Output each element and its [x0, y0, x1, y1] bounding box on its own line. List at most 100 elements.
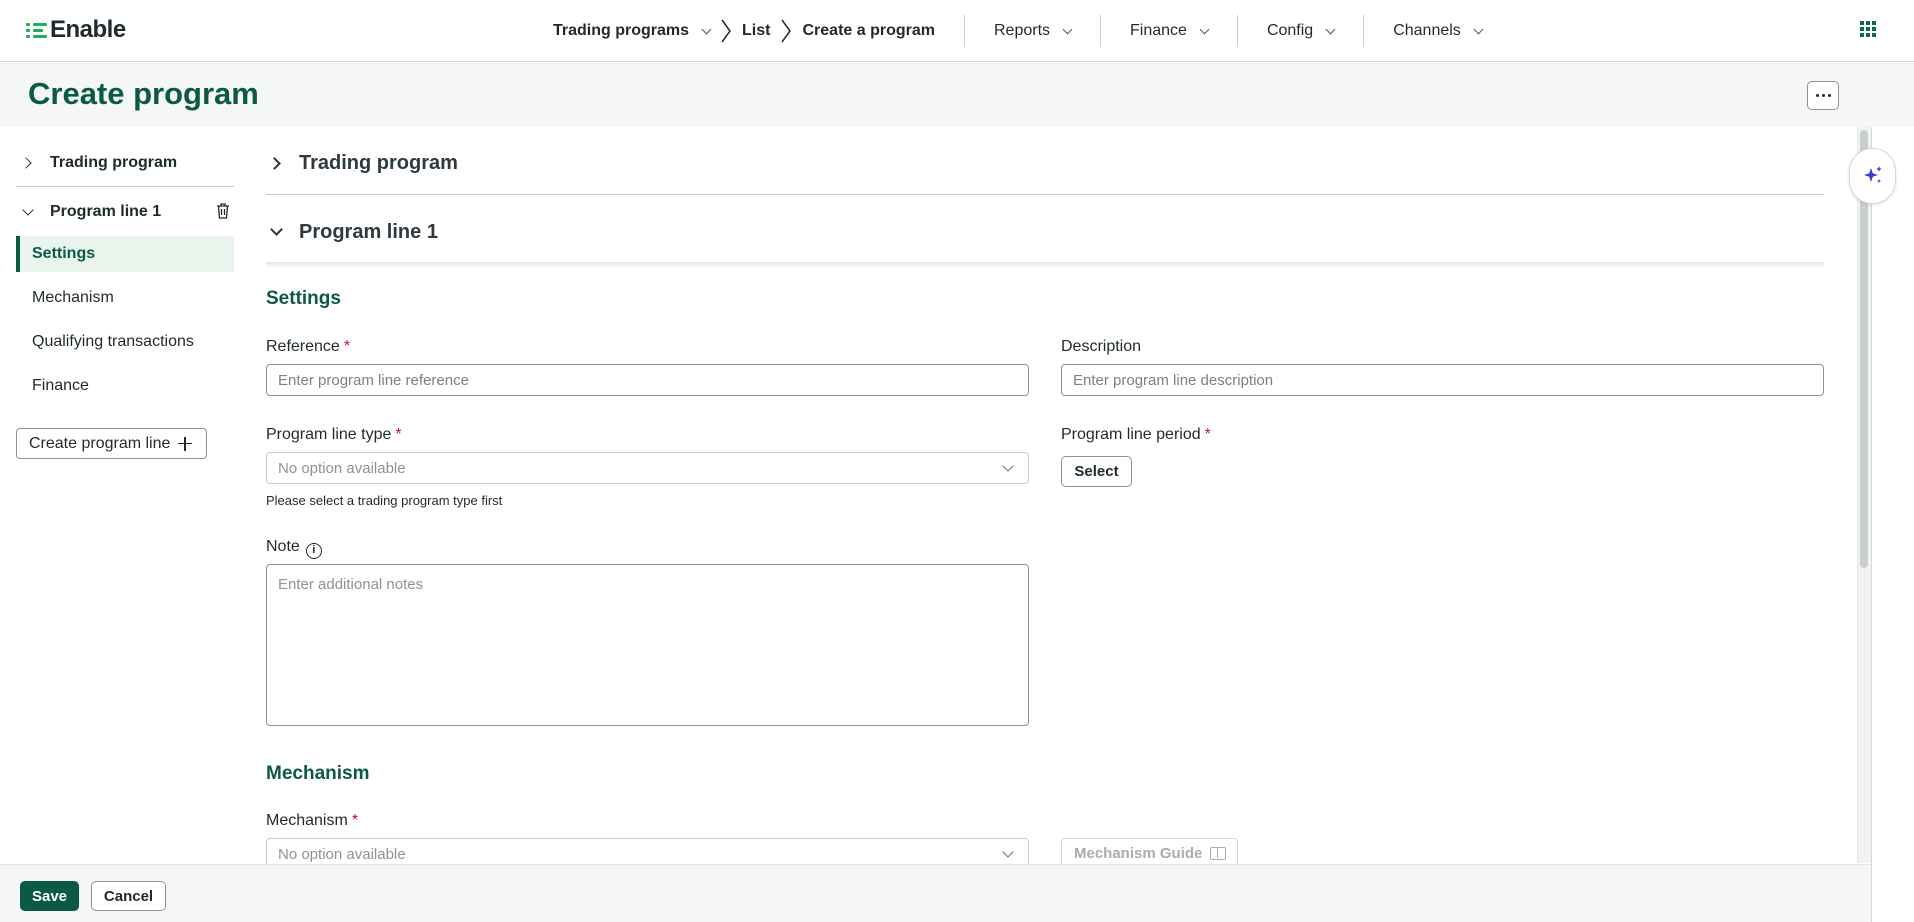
cancel-button[interactable]: Cancel [91, 881, 166, 911]
save-button[interactable]: Save [20, 881, 79, 911]
breadcrumb-separator-icon [781, 19, 792, 43]
sidebar-item-label: Mechanism [32, 289, 114, 306]
mechanism-section-title: Mechanism [266, 763, 370, 784]
nav-divider [1236, 15, 1238, 47]
breadcrumb-current: Create a program [802, 0, 935, 62]
nav-divider [1363, 15, 1365, 47]
logo-text: Enable [50, 16, 126, 43]
required-marker: * [343, 338, 351, 355]
nav-finance-label: Finance [1130, 22, 1187, 39]
program-line-period-label: Program line period * [1061, 426, 1211, 444]
page-header: Create program [0, 63, 1914, 127]
sidebar-divider [16, 186, 234, 187]
required-marker: * [395, 426, 402, 443]
program-line-type-select[interactable]: No option available [266, 452, 1029, 484]
reference-input[interactable]: Enter program line reference [266, 364, 1029, 396]
nav-channels-label: Channels [1393, 22, 1461, 39]
chevron-down-icon [1473, 24, 1484, 34]
sidebar-section-trading-program[interactable]: Trading program [16, 152, 234, 174]
accordion-program-line[interactable]: Program line 1 [266, 219, 1824, 245]
info-icon[interactable]: i [305, 543, 322, 559]
sidebar-section-label: Program line 1 [50, 203, 162, 220]
reference-label-text: Reference [266, 338, 340, 355]
nav-channels[interactable]: Channels [1393, 0, 1484, 62]
create-program-line-label: Create program line [29, 434, 171, 452]
nav-config[interactable]: Config [1266, 0, 1336, 62]
note-label-text: Note [266, 538, 300, 555]
right-rail-divider [1871, 127, 1872, 922]
sidebar-item-mechanism[interactable]: Mechanism [16, 280, 234, 316]
chevron-down-icon [22, 204, 34, 216]
chevron-down-icon [701, 24, 712, 34]
book-icon [1210, 846, 1227, 860]
breadcrumb-list[interactable]: List [742, 0, 770, 62]
note-textarea[interactable]: Enter additional notes [266, 564, 1029, 726]
program-line-period-label-text: Program line period [1061, 426, 1201, 443]
sidebar-item-label: Finance [32, 377, 89, 394]
enable-logo[interactable]: Enable [26, 16, 126, 44]
create-program-line-button[interactable]: Create program line [16, 428, 207, 459]
accordion-title: Trading program [299, 151, 458, 174]
settings-section-title: Settings [266, 288, 341, 309]
more-options-button[interactable] [1807, 81, 1839, 110]
breadcrumb-list-label: List [742, 22, 771, 39]
chevron-down-icon [1325, 24, 1336, 34]
required-marker: * [351, 812, 359, 829]
mechanism-guide-label: Mechanism Guide [1074, 844, 1203, 862]
note-label: Note i [266, 538, 322, 559]
nav-reports[interactable]: Reports [993, 0, 1073, 62]
note-placeholder: Enter additional notes [278, 576, 424, 593]
sidebar-item-label: Qualifying transactions [32, 333, 194, 350]
program-line-period-select-button[interactable]: Select [1061, 456, 1132, 487]
description-label: Description [1061, 338, 1141, 356]
program-line-type-value: No option available [278, 459, 406, 477]
accordion-shadow [266, 262, 1824, 268]
nav-finance[interactable]: Finance [1130, 0, 1210, 62]
chevron-down-icon [1199, 24, 1210, 34]
chevron-right-icon [20, 157, 32, 169]
sidebar-item-finance[interactable]: Finance [16, 368, 234, 404]
nav-divider [1100, 15, 1102, 47]
sidebar-item-settings[interactable]: Settings [16, 236, 234, 272]
reference-placeholder: Enter program line reference [278, 371, 469, 389]
nav-reports-label: Reports [993, 22, 1051, 39]
section-divider [266, 194, 1824, 195]
nav-config-label: Config [1266, 22, 1314, 39]
description-placeholder: Enter program line description [1073, 371, 1274, 389]
main-nav: Trading programs List Create a program R… [553, 0, 1484, 62]
trash-icon[interactable] [216, 203, 230, 219]
sidebar-section-label: Trading program [50, 154, 178, 171]
more-dot [1821, 94, 1825, 97]
plus-icon [178, 436, 193, 451]
footer-bar [0, 864, 1871, 922]
chevron-right-icon [268, 156, 281, 170]
chevron-down-icon [1062, 24, 1073, 34]
program-line-type-label-text: Program line type [266, 426, 392, 443]
description-label-text: Description [1061, 338, 1142, 355]
chevron-down-icon [270, 223, 283, 236]
sidebar-item-qualifying-transactions[interactable]: Qualifying transactions [16, 324, 234, 360]
sidebar-item-label: Settings [32, 245, 96, 262]
mechanism-label-text: Mechanism [266, 812, 348, 829]
nav-divider [963, 15, 965, 47]
app-grid-icon[interactable] [1860, 21, 1876, 37]
more-dot [1827, 94, 1831, 97]
enable-logo-icon [26, 20, 48, 40]
breadcrumb-separator-icon [721, 19, 731, 43]
accordion-title: Program line 1 [299, 220, 438, 243]
description-input[interactable]: Enter program line description [1061, 364, 1824, 396]
breadcrumb-current-label: Create a program [802, 22, 935, 39]
program-line-type-label: Program line type * [266, 426, 402, 444]
ai-assistant-button[interactable] [1849, 148, 1896, 204]
chevron-down-icon [1002, 846, 1014, 858]
chevron-down-icon [1002, 460, 1014, 472]
mechanism-label: Mechanism * [266, 812, 358, 830]
more-dot [1815, 94, 1819, 97]
reference-label: Reference * [266, 338, 350, 356]
top-navigation: Enable Trading programs List Create a pr… [0, 0, 1914, 62]
mechanism-value: No option available [278, 845, 406, 863]
page-title: Create program [28, 76, 259, 111]
accordion-trading-program[interactable]: Trading program [266, 150, 1824, 176]
nav-trading-programs[interactable]: Trading programs [553, 0, 712, 62]
sidebar-section-program-line[interactable]: Program line 1 [16, 201, 234, 223]
